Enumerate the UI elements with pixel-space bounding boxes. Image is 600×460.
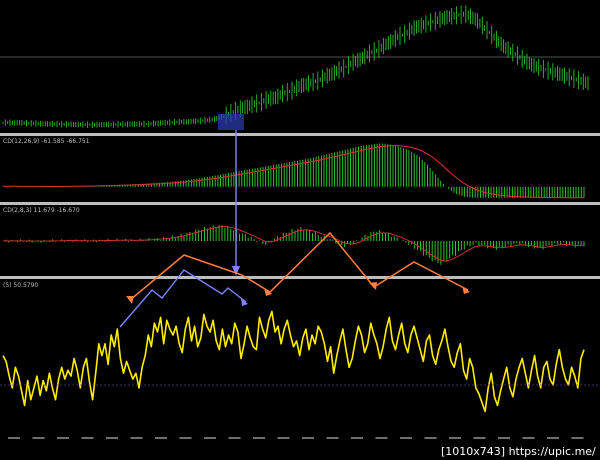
chart-background <box>0 0 600 460</box>
date-tick <box>253 437 265 439</box>
date-tick <box>424 437 437 439</box>
date-tick <box>375 437 388 439</box>
highlight-box <box>218 114 244 130</box>
date-tick <box>179 437 192 439</box>
date-tick <box>498 437 510 439</box>
date-tick <box>228 437 241 439</box>
date-tick <box>155 437 167 439</box>
oscillator-label: (5) 50.5790 <box>3 282 38 289</box>
date-tick <box>130 437 143 439</box>
watermark: [1010x743] https://upic.me/ <box>441 445 596 458</box>
stock-chart: CD(12,26,9) -61.585 -66.751 CD(2,8,3) 11… <box>0 0 600 460</box>
date-tick <box>522 437 535 439</box>
date-tick <box>351 437 363 439</box>
date-tick <box>81 437 94 439</box>
date-tick <box>571 437 584 439</box>
date-tick <box>547 437 559 439</box>
osma-label: CD(2,8,3) 11.679 -16.670 <box>3 207 80 214</box>
date-tick <box>106 437 118 439</box>
macd-label: CD(12,26,9) -61.585 -66.751 <box>3 138 90 145</box>
date-tick <box>449 437 461 439</box>
date-tick <box>400 437 412 439</box>
date-tick <box>32 437 45 439</box>
pane-separator-1[interactable] <box>0 133 600 136</box>
date-tick <box>302 437 314 439</box>
date-tick <box>326 437 339 439</box>
date-tick <box>473 437 486 439</box>
date-tick <box>204 437 216 439</box>
date-tick <box>8 437 20 439</box>
pane-separator-2[interactable] <box>0 202 600 205</box>
date-tick <box>277 437 290 439</box>
date-tick <box>57 437 69 439</box>
pane-separator-3[interactable] <box>0 276 600 279</box>
